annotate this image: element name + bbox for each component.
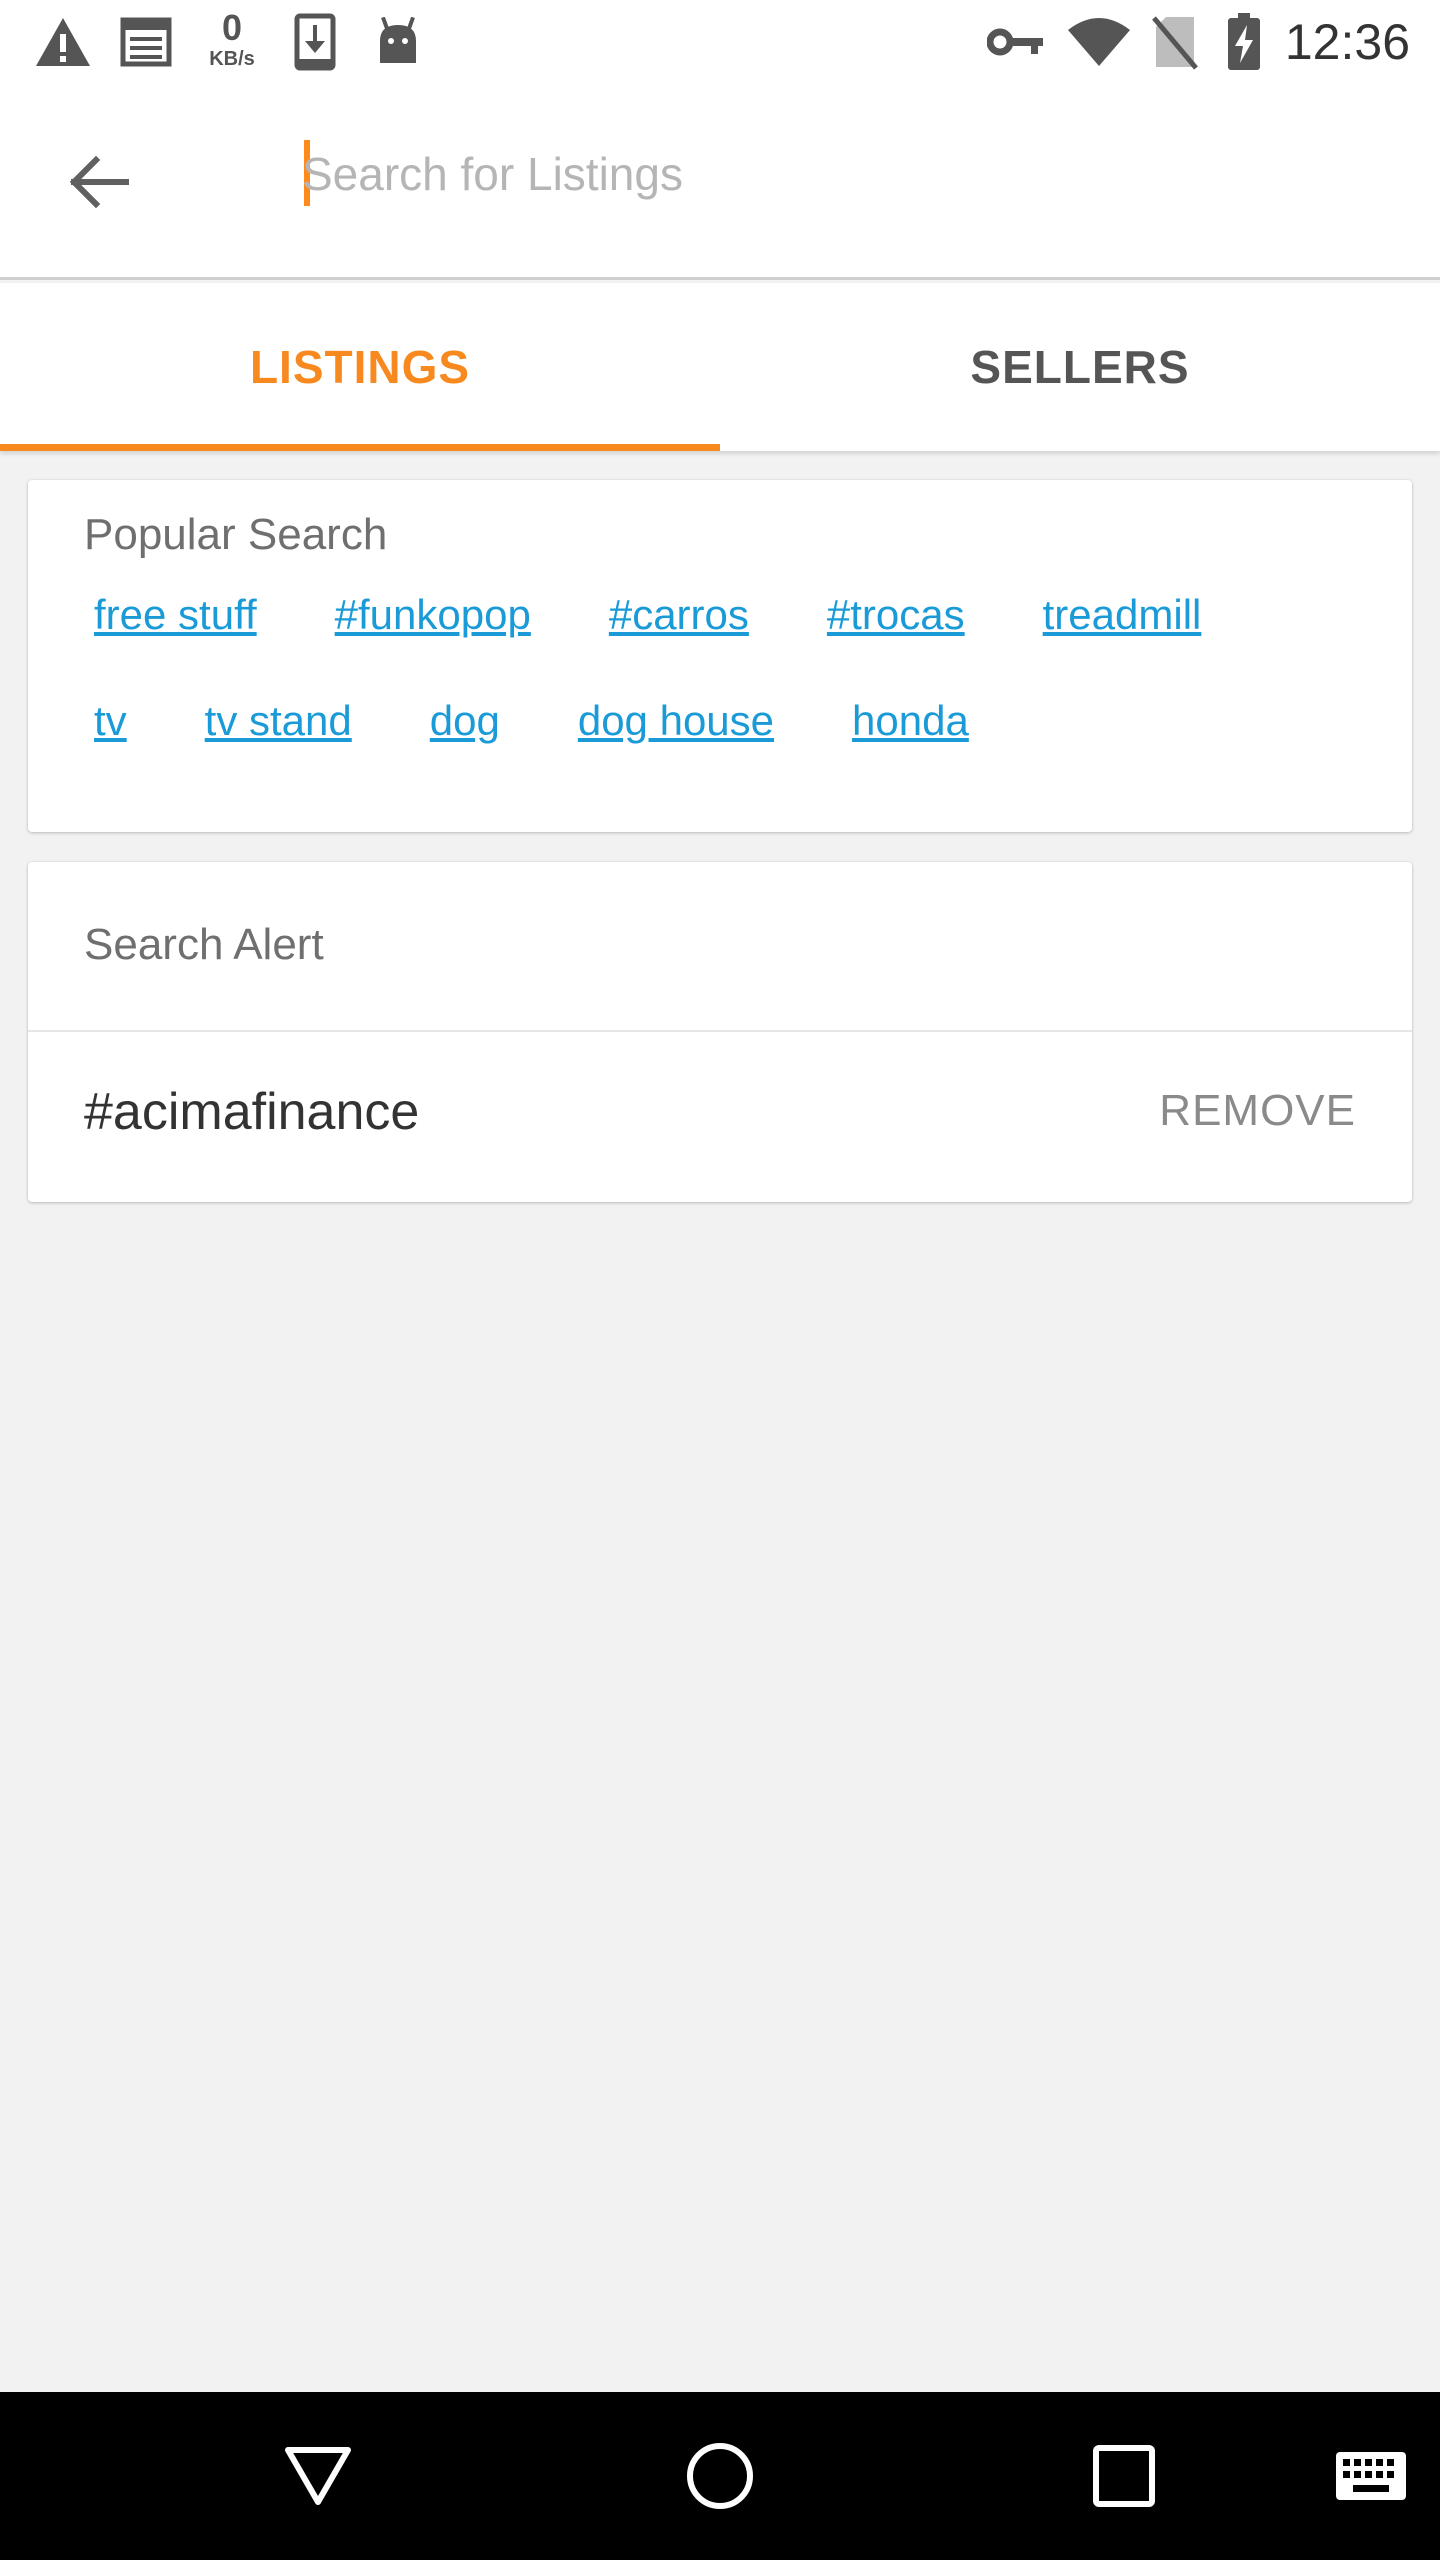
network-speed-unit: KB/s bbox=[209, 48, 255, 70]
wifi-icon bbox=[1064, 10, 1134, 74]
tab-listings-label: LISTINGS bbox=[249, 341, 471, 393]
popular-tag[interactable]: honda bbox=[852, 696, 969, 746]
back-button[interactable] bbox=[50, 134, 146, 230]
popular-search-title: Popular Search bbox=[84, 510, 388, 559]
search-alert-title: Search Alert bbox=[84, 920, 324, 969]
remove-alert-button[interactable]: REMOVE bbox=[1159, 1086, 1356, 1136]
popular-tag[interactable]: free stuff bbox=[94, 590, 257, 640]
popular-tag[interactable]: #trocas bbox=[827, 590, 965, 640]
popular-tag[interactable]: dog house bbox=[578, 696, 774, 746]
keyboard-icon bbox=[1336, 2452, 1406, 2500]
vpn-key-icon bbox=[986, 10, 1046, 74]
popular-search-card: Popular Search free stuff #funkopop #car… bbox=[28, 480, 1412, 832]
tab-indicator bbox=[0, 444, 720, 451]
popular-tag[interactable]: treadmill bbox=[1043, 590, 1202, 640]
no-sim-icon bbox=[1150, 10, 1200, 74]
popular-tag[interactable]: dog bbox=[430, 696, 500, 746]
arrow-back-icon bbox=[69, 155, 129, 209]
search-input[interactable] bbox=[302, 124, 1402, 224]
popular-tag[interactable]: #funkopop bbox=[335, 590, 531, 640]
clock: 12:36 bbox=[1284, 14, 1410, 70]
warning-icon bbox=[32, 10, 94, 74]
square-recents-icon bbox=[1093, 2445, 1155, 2507]
battery-charging-icon bbox=[1222, 10, 1266, 74]
network-speed-value: 0 bbox=[221, 7, 243, 48]
system-nav-bar bbox=[0, 2392, 1440, 2560]
search-app-bar bbox=[0, 84, 1440, 280]
search-alert-card: Search Alert #acimafinance REMOVE bbox=[28, 862, 1412, 1202]
tab-listings[interactable]: LISTINGS bbox=[0, 283, 720, 451]
alert-term: #acimafinance bbox=[84, 1083, 420, 1141]
network-speed: 0 KB/s bbox=[200, 8, 264, 76]
triangle-back-icon bbox=[285, 2447, 351, 2505]
tag-row: free stuff #funkopop #carros #trocas tre… bbox=[94, 590, 1374, 696]
home-nav-button[interactable] bbox=[672, 2392, 768, 2560]
tag-row: tv tv stand dog dog house honda bbox=[94, 696, 1374, 802]
keyboard-switch-button[interactable] bbox=[1326, 2392, 1416, 2560]
divider bbox=[28, 1030, 1412, 1032]
back-nav-button[interactable] bbox=[270, 2392, 366, 2560]
tab-sellers-label: SELLERS bbox=[970, 341, 1190, 393]
android-icon bbox=[372, 10, 424, 74]
circle-home-icon bbox=[687, 2443, 753, 2509]
popular-tag[interactable]: #carros bbox=[609, 590, 749, 640]
download-icon bbox=[290, 10, 340, 74]
tab-sellers[interactable]: SELLERS bbox=[720, 283, 1440, 451]
popular-tag[interactable]: tv stand bbox=[205, 696, 352, 746]
status-bar: 0 KB/s 12:36 bbox=[0, 0, 1440, 84]
popular-tag[interactable]: tv bbox=[94, 696, 127, 746]
popular-search-tags: free stuff #funkopop #carros #trocas tre… bbox=[94, 590, 1374, 802]
tab-bar: LISTINGS SELLERS bbox=[0, 283, 1440, 451]
recents-nav-button[interactable] bbox=[1076, 2392, 1172, 2560]
news-icon bbox=[118, 10, 174, 74]
